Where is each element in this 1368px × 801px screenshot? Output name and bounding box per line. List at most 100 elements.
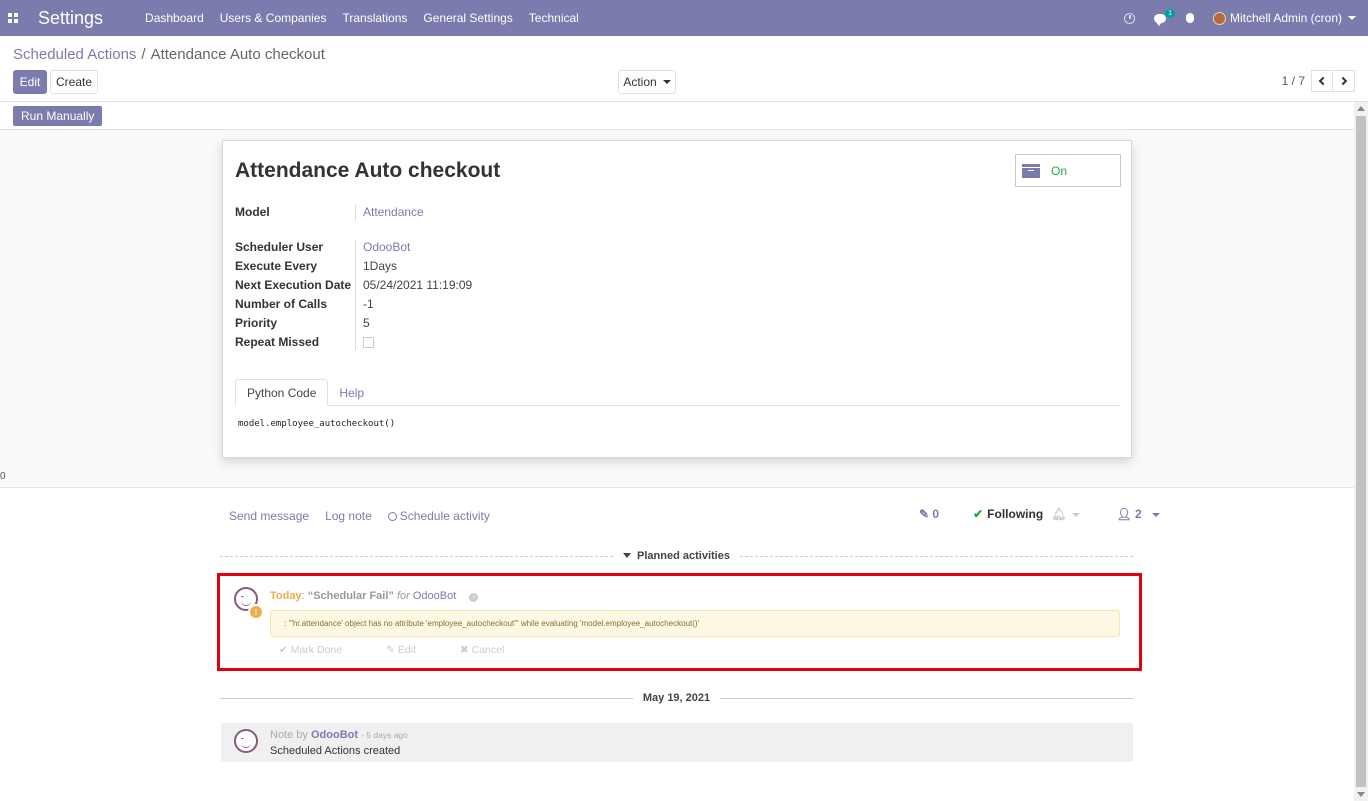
activity-cancel-button[interactable]: ✖ Cancel	[460, 644, 526, 656]
tab-python-code[interactable]: Python Code	[235, 379, 329, 406]
action-dropdown[interactable]: Action	[618, 70, 676, 94]
field-model: Model Attendance	[235, 203, 424, 221]
message-body: Scheduled Actions created	[270, 745, 401, 757]
chatter-right-actions: ✎ 0 ✔ Following 🔔︎ 👤︎ 2	[919, 507, 1160, 521]
activity-for: for	[396, 590, 410, 602]
pager-previous-button[interactable]	[1311, 70, 1333, 92]
create-button[interactable]: Create	[50, 70, 98, 94]
field-label-numcall: Number of Calls	[235, 297, 328, 311]
pager-value[interactable]: 1 / 7	[1282, 74, 1305, 88]
activity-edit-button[interactable]: ✎ Edit	[386, 644, 438, 656]
scroll-up-icon[interactable]	[1357, 106, 1365, 111]
messaging-badge: 1	[1165, 9, 1175, 18]
follow-caret-icon	[1072, 512, 1081, 517]
field-label-doall: Repeat Missed	[235, 335, 320, 349]
followers-button[interactable]: 👤︎ 2	[1116, 507, 1160, 521]
pager-next-button[interactable]	[1333, 70, 1355, 92]
debug-bug-icon[interactable]	[1179, 0, 1201, 36]
field-label-nextcall: Next Execution Date	[235, 278, 352, 292]
menu-general-settings[interactable]: General Settings	[415, 0, 520, 36]
info-icon[interactable]: i	[469, 593, 479, 602]
date-separator-label: May 19, 2021	[642, 692, 711, 704]
edit-button[interactable]: Edit	[13, 70, 47, 94]
person-icon: 👤︎	[1116, 507, 1132, 521]
top-navbar: Settings Dashboard Users & Companies Tra…	[0, 0, 1368, 36]
messaging-icon[interactable]: 1	[1149, 0, 1175, 36]
menu-dashboard[interactable]: Dashboard	[137, 0, 212, 36]
user-menu[interactable]: Mitchell Admin (cron)	[1212, 11, 1356, 25]
field-priority: Priority 5	[235, 314, 370, 332]
following-label: Following	[987, 507, 1044, 521]
field-user: Scheduler User OdooBot	[235, 238, 410, 256]
field-label-interval: Execute Every	[235, 259, 318, 273]
paperclip-icon: ✎	[919, 507, 930, 521]
active-toggle-button[interactable]: On	[1015, 154, 1121, 187]
pager: 1 / 7	[1282, 70, 1355, 92]
repeat-missed-checkbox[interactable]	[363, 336, 374, 348]
message-age: - 5 days ago	[361, 730, 408, 740]
apps-menu-icon[interactable]	[0, 0, 26, 36]
field-label-user: Scheduler User	[235, 240, 324, 254]
mark-done-button[interactable]: ✔ Mark Done	[279, 644, 364, 656]
planned-activities-label: Planned activities	[613, 550, 740, 562]
run-manually-button[interactable]: Run Manually	[13, 106, 103, 126]
user-name: Mitchell Admin (cron)	[1229, 11, 1342, 25]
stray-text: 0	[0, 471, 6, 482]
activity-actions: ✔ Mark Done ✎ Edit ✖ Cancel	[279, 644, 548, 656]
schedule-activity-button[interactable]: Schedule activity	[387, 509, 506, 523]
clock-icon	[387, 512, 397, 521]
notebook-tabs: Python Code Help	[235, 379, 1120, 406]
followers-caret-icon	[1151, 512, 1160, 517]
attachments-button[interactable]: ✎ 0	[919, 507, 939, 521]
app-brand[interactable]: Settings	[38, 8, 103, 29]
scroll-down-icon[interactable]	[1357, 792, 1365, 797]
form-sheet: Attendance Auto checkout On Model Attend…	[222, 140, 1132, 458]
record-title: Attendance Auto checkout	[235, 159, 501, 182]
planned-activities-separator[interactable]: Planned activities	[220, 549, 1133, 563]
systray: 1 Mitchell Admin (cron)	[1115, 0, 1368, 36]
tab-help[interactable]: Help	[328, 379, 375, 406]
menu-translations[interactable]: Translations	[334, 0, 415, 36]
caret-down-icon	[623, 553, 632, 558]
check-icon: ✔	[973, 507, 984, 521]
form-statusbar: Run Manually	[0, 102, 1354, 130]
activity-user[interactable]: OdooBot	[413, 590, 456, 602]
message-prefix: Note by	[270, 729, 308, 741]
schedule-activity-label: Schedule activity	[399, 509, 490, 523]
action-caret-icon	[662, 80, 671, 84]
field-value-user[interactable]: OdooBot	[363, 240, 410, 254]
activity-due: Today	[270, 590, 302, 602]
bell-icon[interactable]: 🔔︎	[1051, 507, 1066, 521]
breadcrumb-separator: /	[141, 46, 146, 63]
menu-technical[interactable]: Technical	[521, 0, 587, 36]
separator-line	[739, 555, 1133, 557]
breadcrumb-current: Attendance Auto checkout	[150, 46, 325, 63]
vertical-scrollbar[interactable]	[1354, 102, 1368, 801]
message-author[interactable]: OdooBot	[311, 729, 358, 741]
field-value-nextcall: 05/24/2021 11:19:09	[363, 278, 473, 292]
field-nextcall: Next Execution Date 05/24/2021 11:19:09	[235, 276, 472, 294]
activity-header: Today: “Schedular Fail” for OdooBot i	[270, 590, 479, 602]
separator-line	[220, 697, 633, 699]
python-code[interactable]: model.employee_autocheckout()	[238, 419, 395, 429]
menu-users-companies[interactable]: Users & Companies	[212, 0, 335, 36]
activity-summary: “Schedular Fail”	[307, 590, 394, 602]
field-doall: Repeat Missed	[235, 333, 374, 351]
activity-note: : '"hr.attendance' object has no attribu…	[270, 610, 1120, 637]
warning-icon: !	[248, 604, 264, 620]
user-caret-icon	[1348, 16, 1356, 20]
log-note-button[interactable]: Log note	[325, 509, 372, 523]
chevron-right-icon	[1338, 76, 1347, 86]
field-value-priority: 5	[363, 316, 370, 330]
field-value-model[interactable]: Attendance	[363, 205, 424, 219]
activity-clock-icon[interactable]	[1119, 0, 1141, 36]
user-avatar	[1212, 11, 1226, 25]
message-author-avatar	[234, 729, 258, 753]
archive-icon	[1022, 163, 1040, 178]
field-label-model: Model	[235, 205, 270, 219]
following-button[interactable]: ✔ Following 🔔︎	[973, 507, 1081, 521]
breadcrumb-scheduled-actions[interactable]: Scheduled Actions	[13, 46, 136, 63]
scroll-thumb[interactable]	[1356, 116, 1366, 787]
field-value-interval: 1Days	[363, 259, 398, 273]
send-message-button[interactable]: Send message	[229, 509, 309, 523]
